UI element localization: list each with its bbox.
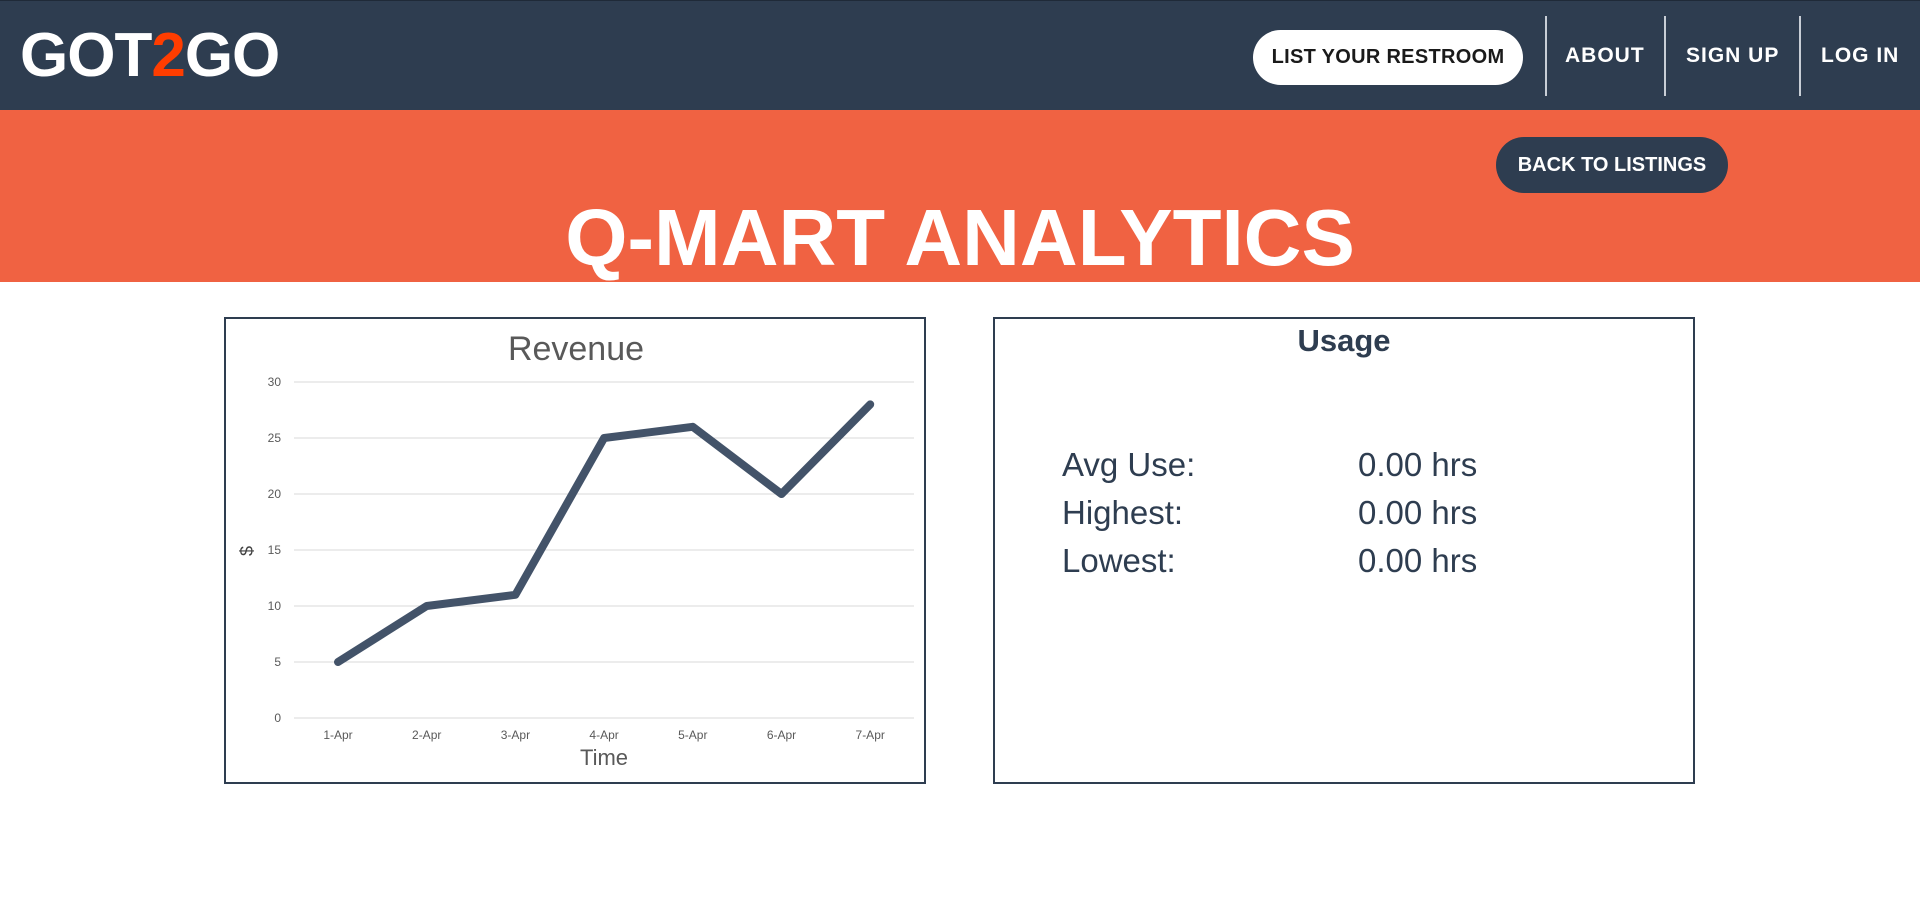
chart-y-tick-label: 20 [268, 487, 282, 501]
chart-x-tick-label: 4-Apr [589, 728, 618, 742]
chart-y-tick-label: 25 [268, 431, 282, 445]
chart-y-tick-label: 30 [268, 375, 282, 389]
usage-card: Usage Avg Use: 0.00 hrs Highest: 0.00 hr… [993, 317, 1695, 784]
chart-gridlines [294, 381, 914, 719]
chart-x-ticks: 1-Apr 2-Apr 3-Apr 4-Apr 5-Apr 6-Apr 7-Apr [323, 728, 885, 742]
page-banner: BACK TO LISTINGS Q-MART ANALYTICS [0, 110, 1920, 282]
back-to-listings-button[interactable]: BACK TO LISTINGS [1496, 137, 1728, 193]
chart-x-tick-label: 1-Apr [323, 728, 352, 742]
list-your-restroom-button[interactable]: LIST YOUR RESTROOM [1253, 30, 1523, 85]
stat-value: 0.00 hrs [1358, 494, 1478, 531]
revenue-series-line [334, 400, 875, 666]
logo[interactable]: GOT2GO [20, 21, 280, 90]
chart-x-tick-label: 7-Apr [856, 728, 885, 742]
page-title: Q-MART ANALYTICS [565, 193, 1355, 282]
chart-y-tick-label: 15 [268, 543, 282, 557]
chart-x-tick-label: 5-Apr [678, 728, 707, 742]
chart-x-axis-label: Time [580, 745, 628, 770]
logo-text-got: GOT [20, 21, 152, 90]
stat-value: 0.00 hrs [1358, 446, 1478, 483]
nav-log-in-link[interactable]: LOG IN [1821, 43, 1899, 69]
chart-y-tick-label: 10 [268, 599, 282, 613]
nav-divider [1799, 16, 1801, 96]
nav-sign-up-link[interactable]: SIGN UP [1686, 43, 1779, 69]
nav-divider [1545, 16, 1547, 96]
nav-divider [1664, 16, 1666, 96]
chart-x-tick-label: 3-Apr [501, 728, 530, 742]
chart-title: Revenue [508, 330, 644, 368]
stat-label: Highest: [1062, 494, 1184, 531]
top-nav-bar: GOT2GO LIST YOUR RESTROOM ABOUT SIGN UP … [0, 0, 1920, 110]
stat-label: Lowest: [1062, 542, 1176, 579]
logo-text-go: GO [184, 21, 280, 90]
stat-label: Avg Use: [1062, 446, 1196, 483]
chart-x-tick-label: 6-Apr [767, 728, 796, 742]
usage-title: Usage [1297, 323, 1391, 358]
chart-y-tick-label: 5 [274, 655, 281, 669]
stat-value: 0.00 hrs [1358, 542, 1478, 579]
logo-text-2: 2 [151, 21, 185, 90]
chart-y-tick-label: 0 [274, 711, 281, 725]
nav-about-link[interactable]: ABOUT [1565, 43, 1645, 69]
revenue-chart-card: Revenue 0 5 10 15 20 25 30 1-Apr 2-Apr 3-Apr 4-Ap… [224, 317, 926, 784]
revenue-chart: Revenue 0 5 10 15 20 25 30 1-Apr 2-Apr 3-Apr 4-Ap… [237, 330, 914, 770]
chart-y-ticks: 0 5 10 15 20 25 30 [268, 375, 282, 725]
chart-y-axis-label: $ [237, 546, 257, 556]
chart-x-tick-label: 2-Apr [412, 728, 441, 742]
